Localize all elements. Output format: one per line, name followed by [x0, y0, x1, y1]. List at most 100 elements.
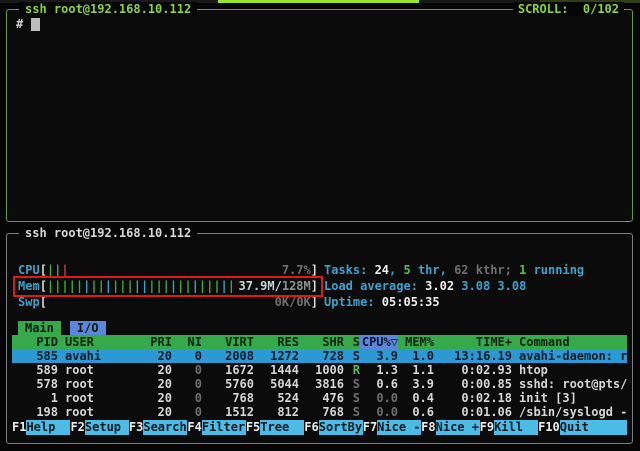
process-row[interactable]: 198 root 20 0 1512 812 768 S 0.0 0.6 0:0… — [12, 405, 627, 419]
cell-mem: 0.4 — [398, 391, 434, 405]
tasks-line: Tasks: 24, 5 thr, 62 kthr; 1 running — [324, 262, 584, 278]
swap-meter-bars — [47, 294, 275, 310]
cell-shr: 1000 — [299, 363, 344, 377]
swap-meter: Swp[0K/0K] — [18, 294, 318, 310]
header-cpu-sort[interactable]: CPU%▽ — [360, 335, 398, 349]
process-row[interactable]: 1 root 20 0 768 524 476 S 0.0 0.4 0:02.1… — [12, 391, 627, 405]
cell-time: 13:16.19 — [434, 349, 512, 363]
header-res[interactable]: RES — [254, 335, 299, 349]
fkey-f8[interactable]: F8 — [421, 420, 435, 435]
fkey-f9[interactable]: F9 — [480, 420, 494, 435]
cpu-meter: CPU[|||7.7%] — [18, 262, 318, 278]
cell-cpu: 3.9 — [360, 349, 398, 363]
pane-htop[interactable]: ssh root@192.168.10.112 CPU[|||7.7%] Mem… — [6, 233, 633, 444]
cpu-meter-bars: ||| — [47, 262, 282, 278]
cpu-meter-label: CPU — [18, 262, 40, 278]
fkey-f4[interactable]: F4 — [187, 420, 201, 435]
cell-res: 1272 — [254, 349, 299, 363]
fkey-nice-minus-button[interactable]: Nice - — [377, 420, 421, 435]
mem-meter-label: Mem — [18, 278, 40, 294]
cell-mem: 0.6 — [398, 405, 434, 419]
cell-ni: 0 — [172, 363, 202, 377]
cell-ni: 0 — [172, 405, 202, 419]
bracket: [ — [40, 278, 47, 294]
fkey-f3[interactable]: F3 — [129, 420, 143, 435]
cell-time: 0:00.85 — [434, 377, 512, 391]
threads-label: thr, — [411, 263, 454, 277]
process-row[interactable]: 578 root 20 0 5760 5044 3816 S 0.6 3.9 0… — [12, 377, 627, 391]
swap-meter-label: Swp — [18, 294, 40, 310]
fkey-f2[interactable]: F2 — [70, 420, 84, 435]
header-ni[interactable]: NI — [172, 335, 202, 349]
process-row[interactable]: 589 root 20 0 1672 1444 1000 R 1.3 1.1 0… — [12, 363, 627, 377]
fkey-kill-button[interactable]: Kill — [494, 420, 538, 435]
kthreads: 62 kthr; — [454, 263, 519, 277]
cell-pri: 20 — [136, 391, 172, 405]
mem-meter-bars: |||||||||||||||||||||||||| — [47, 278, 239, 294]
tab-main[interactable]: Main — [18, 321, 61, 335]
pane-shell[interactable]: ssh root@192.168.10.112 SCROLL: 0/102 # — [6, 9, 633, 222]
cell-res: 5044 — [254, 377, 299, 391]
terminal-multiplexer-screen: ssh root@192.168.10.112 SCROLL: 0/102 # … — [0, 0, 640, 451]
cell-cpu: 1.3 — [360, 363, 398, 377]
cell-mem: 1.0 — [398, 349, 434, 363]
cell-ni: 0 — [172, 349, 202, 363]
terminal-cursor — [31, 18, 40, 31]
header-time[interactable]: TIME+ — [434, 335, 512, 349]
mem-total: 128M — [282, 279, 311, 293]
fkey-quit-button[interactable]: Quit — [560, 420, 627, 435]
bracket: ] — [311, 262, 318, 278]
header-shr[interactable]: SHR — [299, 335, 344, 349]
cell-time: 0:02.93 — [434, 363, 512, 377]
bracket: ] — [311, 294, 318, 310]
fkey-sortby-button[interactable]: SortBy — [319, 420, 363, 435]
header-state[interactable]: S — [344, 335, 360, 349]
cell-shr: 3816 — [299, 377, 344, 391]
uptime-line: Uptime: 05:05:35 — [324, 294, 584, 310]
cell-virt: 2008 — [202, 349, 254, 363]
cell-virt: 1672 — [202, 363, 254, 377]
cell-user: root — [58, 363, 136, 377]
header-pid[interactable]: PID — [12, 335, 58, 349]
fkey-tree-button[interactable]: Tree — [260, 420, 304, 435]
cell-virt: 1512 — [202, 405, 254, 419]
load-average-line: Load average: 3.02 3.08 3.08 — [324, 278, 584, 294]
tasks-count: 24 — [375, 263, 389, 277]
shell-prompt: # — [16, 17, 23, 31]
fkey-search-button[interactable]: Search — [143, 420, 187, 435]
fkey-help-button[interactable]: Help — [26, 420, 70, 435]
sort-arrow-icon: ▽ — [391, 335, 398, 349]
running-label: running — [526, 263, 584, 277]
cell-user: root — [58, 377, 136, 391]
header-user[interactable]: USER — [58, 335, 136, 349]
process-table-header: PID USER PRI NI VIRT RES SHR S CPU%▽ MEM… — [12, 335, 627, 349]
htop-tabs: Main I/O — [18, 321, 106, 335]
fkey-setup-button[interactable]: Setup — [85, 420, 129, 435]
header-command[interactable]: Command — [512, 335, 627, 349]
fkey-f1[interactable]: F1 — [12, 420, 26, 435]
header-virt[interactable]: VIRT — [202, 335, 254, 349]
fkey-filter-button[interactable]: Filter — [202, 420, 246, 435]
htop-meters: CPU[|||7.7%] Mem[|||||||||||||||||||||||… — [18, 262, 318, 310]
fkey-f10[interactable]: F10 — [538, 420, 560, 435]
cell-cpu: 0.0 — [360, 391, 398, 405]
fkey-f5[interactable]: F5 — [246, 420, 260, 435]
bracket: [ — [40, 294, 47, 310]
header-mem[interactable]: MEM% — [398, 335, 434, 349]
cpu-meter-value: 7.7% — [282, 262, 311, 278]
cell-pid: 585 — [12, 349, 58, 363]
load-1m: 3.02 — [425, 279, 454, 293]
cell-mem: 3.9 — [398, 377, 434, 391]
fkey-f6[interactable]: F6 — [304, 420, 318, 435]
cell-user: avahi — [58, 349, 136, 363]
header-pri[interactable]: PRI — [136, 335, 172, 349]
tab-io[interactable]: I/O — [70, 321, 106, 335]
fkey-nice-plus-button[interactable]: Nice + — [436, 420, 480, 435]
cell-command: avahi-daemon: running — [512, 349, 627, 363]
cell-state: S — [344, 377, 360, 391]
cell-pri: 20 — [136, 405, 172, 419]
cell-shr: 768 — [299, 405, 344, 419]
process-row-selected[interactable]: 585 avahi 20 0 2008 1272 728 S 3.9 1.0 1… — [12, 349, 627, 363]
mem-meter-value: 37.9M/128M — [239, 278, 311, 294]
fkey-f7[interactable]: F7 — [363, 420, 377, 435]
